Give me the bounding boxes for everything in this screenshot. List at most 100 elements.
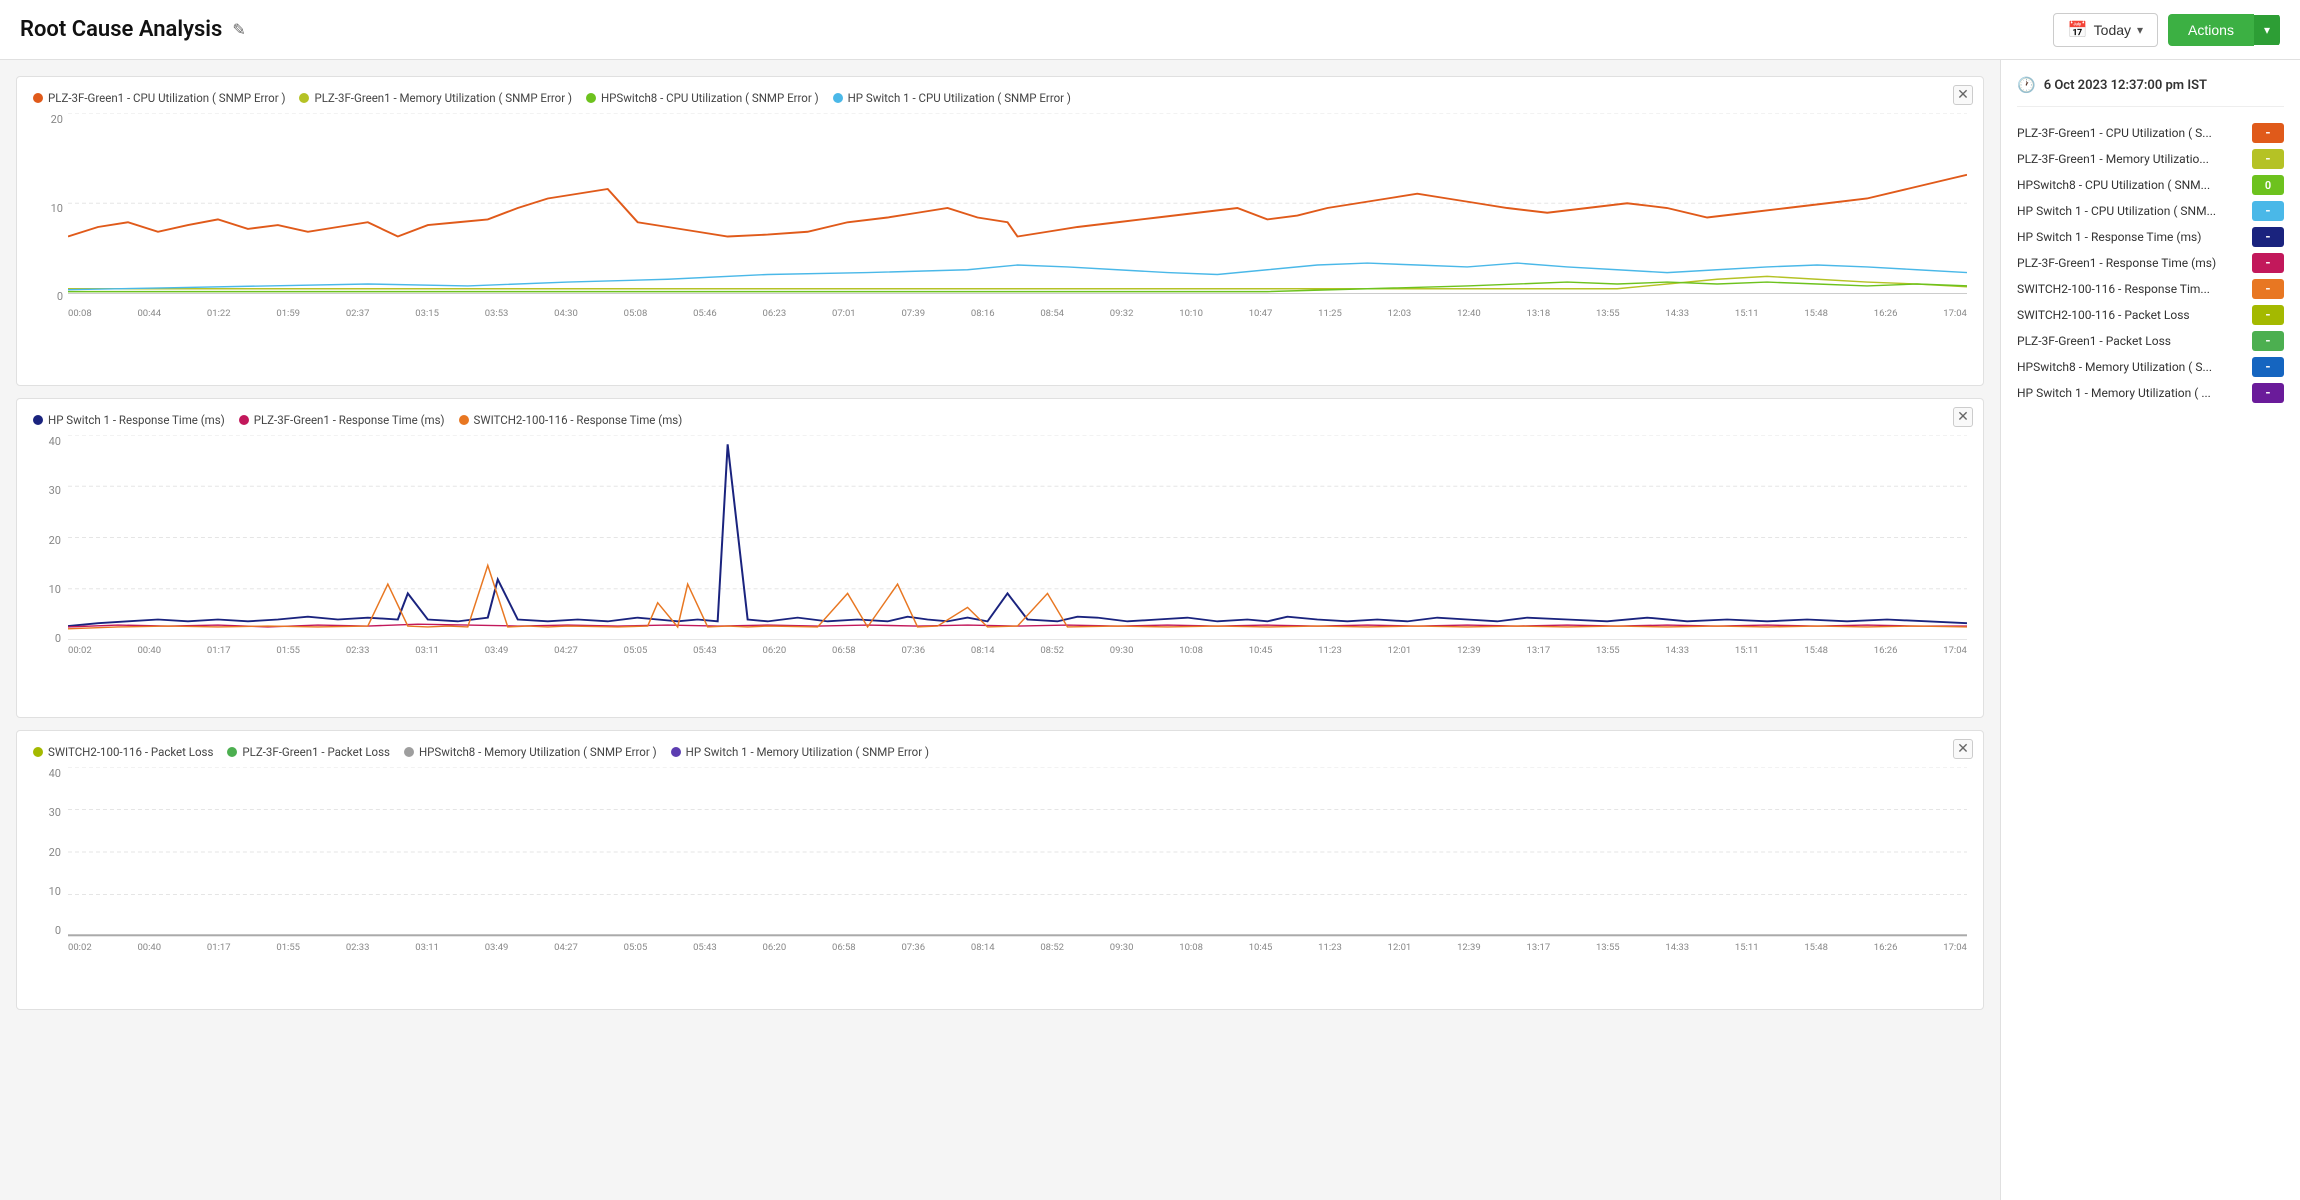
- legend-dot: [239, 415, 249, 425]
- x-axis-labels-3: 00:0200:4001:1701:5502:3303:1103:4904:27…: [68, 942, 1967, 953]
- legend-label: PLZ-3F-Green1 - Memory Utilization ( SNM…: [314, 91, 572, 105]
- sidebar-color-chip[interactable]: -: [2252, 201, 2284, 221]
- chart-1: ✕ PLZ-3F-Green1 - CPU Utilization ( SNMP…: [16, 76, 1984, 386]
- legend-dot: [33, 415, 43, 425]
- sidebar-item-label: PLZ-3F-Green1 - Response Time (ms): [2017, 256, 2252, 270]
- chart-1-close[interactable]: ✕: [1953, 85, 1973, 105]
- legend-item: PLZ-3F-Green1 - Memory Utilization ( SNM…: [299, 91, 572, 105]
- legend-label: SWITCH2-100-116 - Response Time (ms): [474, 413, 683, 427]
- legend-label: HPSwitch8 - Memory Utilization ( SNMP Er…: [419, 745, 657, 759]
- legend-label: PLZ-3F-Green1 - CPU Utilization ( SNMP E…: [48, 91, 285, 105]
- legend-label: SWITCH2-100-116 - Packet Loss: [48, 745, 213, 759]
- x-axis-labels-1: 00:0800:4401:2201:5902:3703:1503:5304:30…: [68, 308, 1967, 319]
- sidebar-item: PLZ-3F-Green1 - Packet Loss -: [2017, 331, 2284, 351]
- sidebar-item: PLZ-3F-Green1 - Response Time (ms) -: [2017, 253, 2284, 273]
- sidebar-color-chip[interactable]: -: [2252, 123, 2284, 143]
- legend-item: HP Switch 1 - CPU Utilization ( SNMP Err…: [833, 91, 1071, 105]
- legend-label: HP Switch 1 - Response Time (ms): [48, 413, 225, 427]
- legend-dot: [459, 415, 469, 425]
- today-button[interactable]: 📅 Today ▾: [2053, 13, 2158, 47]
- sidebar-item-label: HP Switch 1 - Response Time (ms): [2017, 230, 2252, 244]
- legend-item: HP Switch 1 - Response Time (ms): [33, 413, 225, 427]
- chart-2-legend: HP Switch 1 - Response Time (ms) PLZ-3F-…: [33, 413, 1967, 427]
- legend-label: PLZ-3F-Green1 - Packet Loss: [242, 745, 390, 759]
- header: Root Cause Analysis ✎ 📅 Today ▾ Actions …: [0, 0, 2300, 60]
- legend-dot: [299, 93, 309, 103]
- x-axis-labels-2: 00:0200:4001:1701:5502:3303:1103:4904:27…: [68, 645, 1967, 656]
- legend-dot: [33, 747, 43, 757]
- legend-label: HP Switch 1 - CPU Utilization ( SNMP Err…: [848, 91, 1071, 105]
- sidebar-item-label: SWITCH2-100-116 - Response Tim...: [2017, 282, 2252, 296]
- actions-chevron-button[interactable]: ▾: [2254, 15, 2280, 45]
- sidebar-color-chip[interactable]: -: [2252, 305, 2284, 325]
- chart-3-close[interactable]: ✕: [1953, 739, 1973, 759]
- sidebar-item-label: HP Switch 1 - CPU Utilization ( SNM...: [2017, 204, 2252, 218]
- chart-2-close[interactable]: ✕: [1953, 407, 1973, 427]
- charts-area: ✕ PLZ-3F-Green1 - CPU Utilization ( SNMP…: [0, 60, 2000, 1200]
- chart-2-svg: [68, 435, 1967, 640]
- sidebar-item-label: HP Switch 1 - Memory Utilization ( ...: [2017, 386, 2252, 400]
- sidebar-items: PLZ-3F-Green1 - CPU Utilization ( S... -…: [2017, 123, 2284, 403]
- main-content: ✕ PLZ-3F-Green1 - CPU Utilization ( SNMP…: [0, 60, 2300, 1200]
- sidebar-item-label: PLZ-3F-Green1 - Packet Loss: [2017, 334, 2252, 348]
- sidebar-color-chip[interactable]: -: [2252, 331, 2284, 351]
- sidebar-item: HP Switch 1 - CPU Utilization ( SNM... -: [2017, 201, 2284, 221]
- today-label: Today: [2094, 22, 2131, 38]
- sidebar-item-label: PLZ-3F-Green1 - Memory Utilizatio...: [2017, 152, 2252, 166]
- calendar-icon: 📅: [2068, 20, 2088, 40]
- sidebar-item: HP Switch 1 - Memory Utilization ( ... -: [2017, 383, 2284, 403]
- legend-dot: [404, 747, 414, 757]
- sidebar-color-chip[interactable]: -: [2252, 279, 2284, 299]
- legend-label: PLZ-3F-Green1 - Response Time (ms): [254, 413, 445, 427]
- header-right: 📅 Today ▾ Actions ▾: [2053, 13, 2280, 47]
- sidebar-item: SWITCH2-100-116 - Packet Loss -: [2017, 305, 2284, 325]
- chart-1-legend: PLZ-3F-Green1 - CPU Utilization ( SNMP E…: [33, 91, 1967, 105]
- legend-item: PLZ-3F-Green1 - CPU Utilization ( SNMP E…: [33, 91, 285, 105]
- chart-1-svg: [68, 113, 1967, 303]
- legend-item: HPSwitch8 - CPU Utilization ( SNMP Error…: [586, 91, 819, 105]
- legend-item: PLZ-3F-Green1 - Packet Loss: [227, 745, 390, 759]
- actions-main-button[interactable]: Actions: [2168, 14, 2254, 46]
- sidebar-item: HPSwitch8 - Memory Utilization ( S... -: [2017, 357, 2284, 377]
- sidebar-color-chip[interactable]: -: [2252, 149, 2284, 169]
- sidebar-item: HPSwitch8 - CPU Utilization ( SNM... 0: [2017, 175, 2284, 195]
- sidebar-color-chip[interactable]: -: [2252, 227, 2284, 247]
- legend-dot: [33, 93, 43, 103]
- legend-dot: [833, 93, 843, 103]
- chart-3: ✕ SWITCH2-100-116 - Packet Loss PLZ-3F-G…: [16, 730, 1984, 1010]
- sidebar: 🕐 6 Oct 2023 12:37:00 pm IST PLZ-3F-Gree…: [2000, 60, 2300, 1200]
- sidebar-color-chip[interactable]: -: [2252, 383, 2284, 403]
- sidebar-item: HP Switch 1 - Response Time (ms) -: [2017, 227, 2284, 247]
- y-axis-labels-3: 40 30 20 10 0: [36, 767, 61, 937]
- sidebar-color-chip[interactable]: -: [2252, 253, 2284, 273]
- y-axis-labels-2: 40 30 20 10 0: [36, 435, 61, 645]
- page-title: Root Cause Analysis: [20, 17, 222, 42]
- sidebar-item: PLZ-3F-Green1 - Memory Utilizatio... -: [2017, 149, 2284, 169]
- sidebar-item-label: HPSwitch8 - CPU Utilization ( SNM...: [2017, 178, 2252, 192]
- legend-item: SWITCH2-100-116 - Packet Loss: [33, 745, 213, 759]
- chevron-down-icon: ▾: [2137, 23, 2143, 37]
- clock-icon: 🕐: [2017, 76, 2036, 94]
- legend-label: HPSwitch8 - CPU Utilization ( SNMP Error…: [601, 91, 819, 105]
- y-axis-labels: 20 10 0: [38, 113, 63, 303]
- sidebar-color-chip[interactable]: -: [2252, 357, 2284, 377]
- legend-dot: [227, 747, 237, 757]
- sidebar-item-label: HPSwitch8 - Memory Utilization ( S...: [2017, 360, 2252, 374]
- sidebar-color-chip[interactable]: 0: [2252, 175, 2284, 195]
- legend-dot: [586, 93, 596, 103]
- header-left: Root Cause Analysis ✎: [20, 17, 246, 42]
- actions-button-group: Actions ▾: [2168, 14, 2280, 46]
- edit-icon[interactable]: ✎: [232, 20, 245, 39]
- sidebar-item: SWITCH2-100-116 - Response Tim... -: [2017, 279, 2284, 299]
- sidebar-item: PLZ-3F-Green1 - CPU Utilization ( S... -: [2017, 123, 2284, 143]
- sidebar-timestamp: 6 Oct 2023 12:37:00 pm IST: [2044, 78, 2207, 93]
- chart-3-legend: SWITCH2-100-116 - Packet Loss PLZ-3F-Gre…: [33, 745, 1967, 759]
- legend-item: SWITCH2-100-116 - Response Time (ms): [459, 413, 683, 427]
- sidebar-item-label: PLZ-3F-Green1 - CPU Utilization ( S...: [2017, 126, 2252, 140]
- legend-label: HP Switch 1 - Memory Utilization ( SNMP …: [686, 745, 929, 759]
- legend-item: HPSwitch8 - Memory Utilization ( SNMP Er…: [404, 745, 657, 759]
- sidebar-item-label: SWITCH2-100-116 - Packet Loss: [2017, 308, 2252, 322]
- sidebar-time: 🕐 6 Oct 2023 12:37:00 pm IST: [2017, 76, 2284, 107]
- chart-2: ✕ HP Switch 1 - Response Time (ms) PLZ-3…: [16, 398, 1984, 718]
- legend-item: PLZ-3F-Green1 - Response Time (ms): [239, 413, 445, 427]
